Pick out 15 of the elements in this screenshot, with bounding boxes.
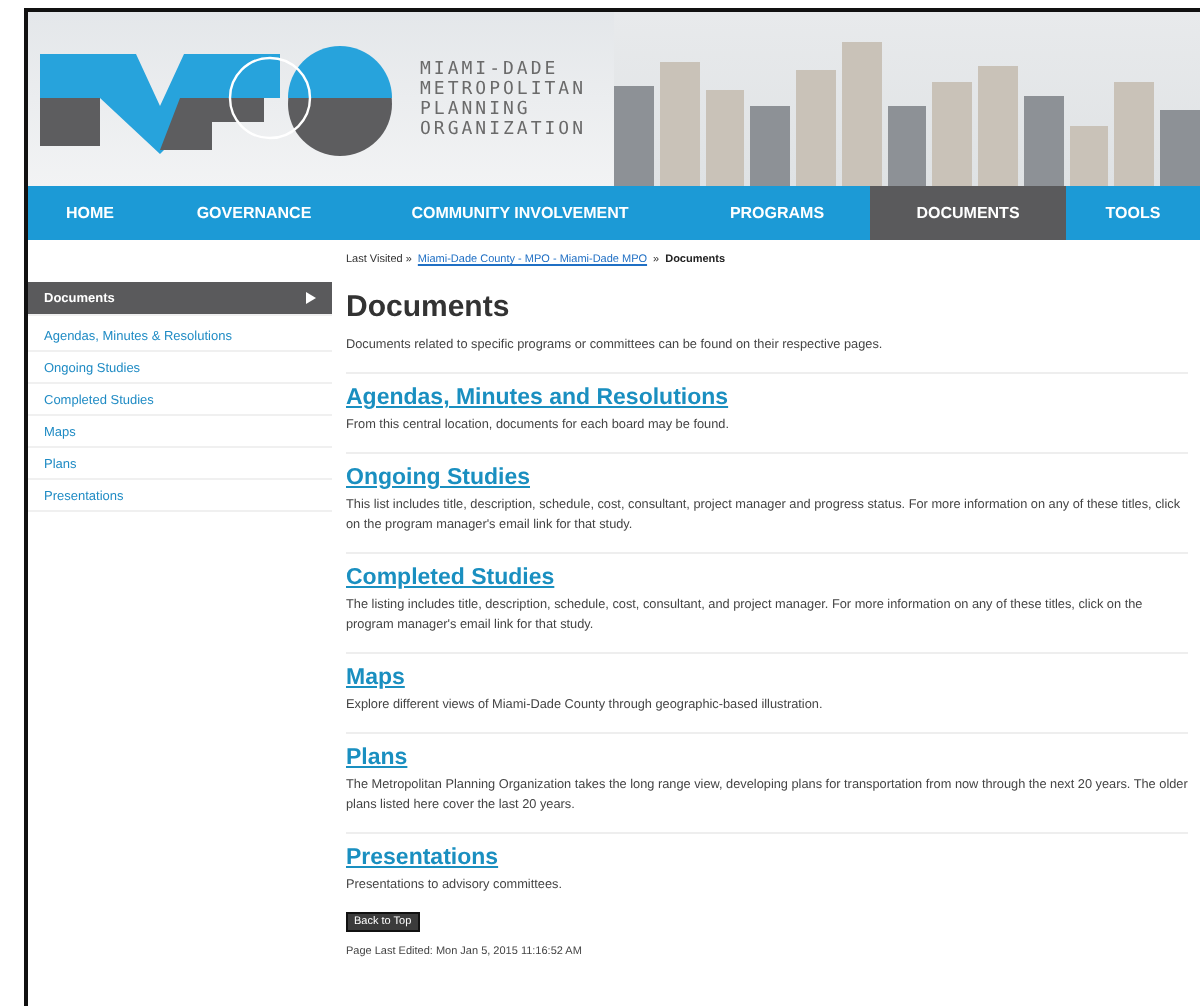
section-heading-link[interactable]: Maps xyxy=(346,666,1188,690)
organization-name: MIAMI-DADE METROPOLITAN PLANNING ORGANIZATION xyxy=(420,59,587,139)
section-heading-link[interactable]: Presentations xyxy=(346,846,1188,870)
nav-tab[interactable]: GOVERNANCE xyxy=(152,186,356,240)
nav-tab[interactable]: PROGRAMS xyxy=(684,186,870,240)
section-heading-link[interactable]: Plans xyxy=(346,746,1188,770)
section-heading-link[interactable]: Agendas, Minutes and Resolutions xyxy=(346,386,1188,410)
nav-tab[interactable]: COMMUNITY INVOLVEMENT xyxy=(356,186,684,240)
page-title: Documents xyxy=(346,290,512,324)
section-heading-link[interactable]: Ongoing Studies xyxy=(346,466,1188,490)
nav-tab[interactable]: HOME xyxy=(28,186,152,240)
nav-tab[interactable]: DOCUMENTS xyxy=(870,186,1066,240)
nav-tab[interactable]: TOOLS xyxy=(1066,186,1200,240)
section-heading-link[interactable]: Completed Studies xyxy=(346,566,1188,590)
arrow-icon xyxy=(306,292,316,304)
